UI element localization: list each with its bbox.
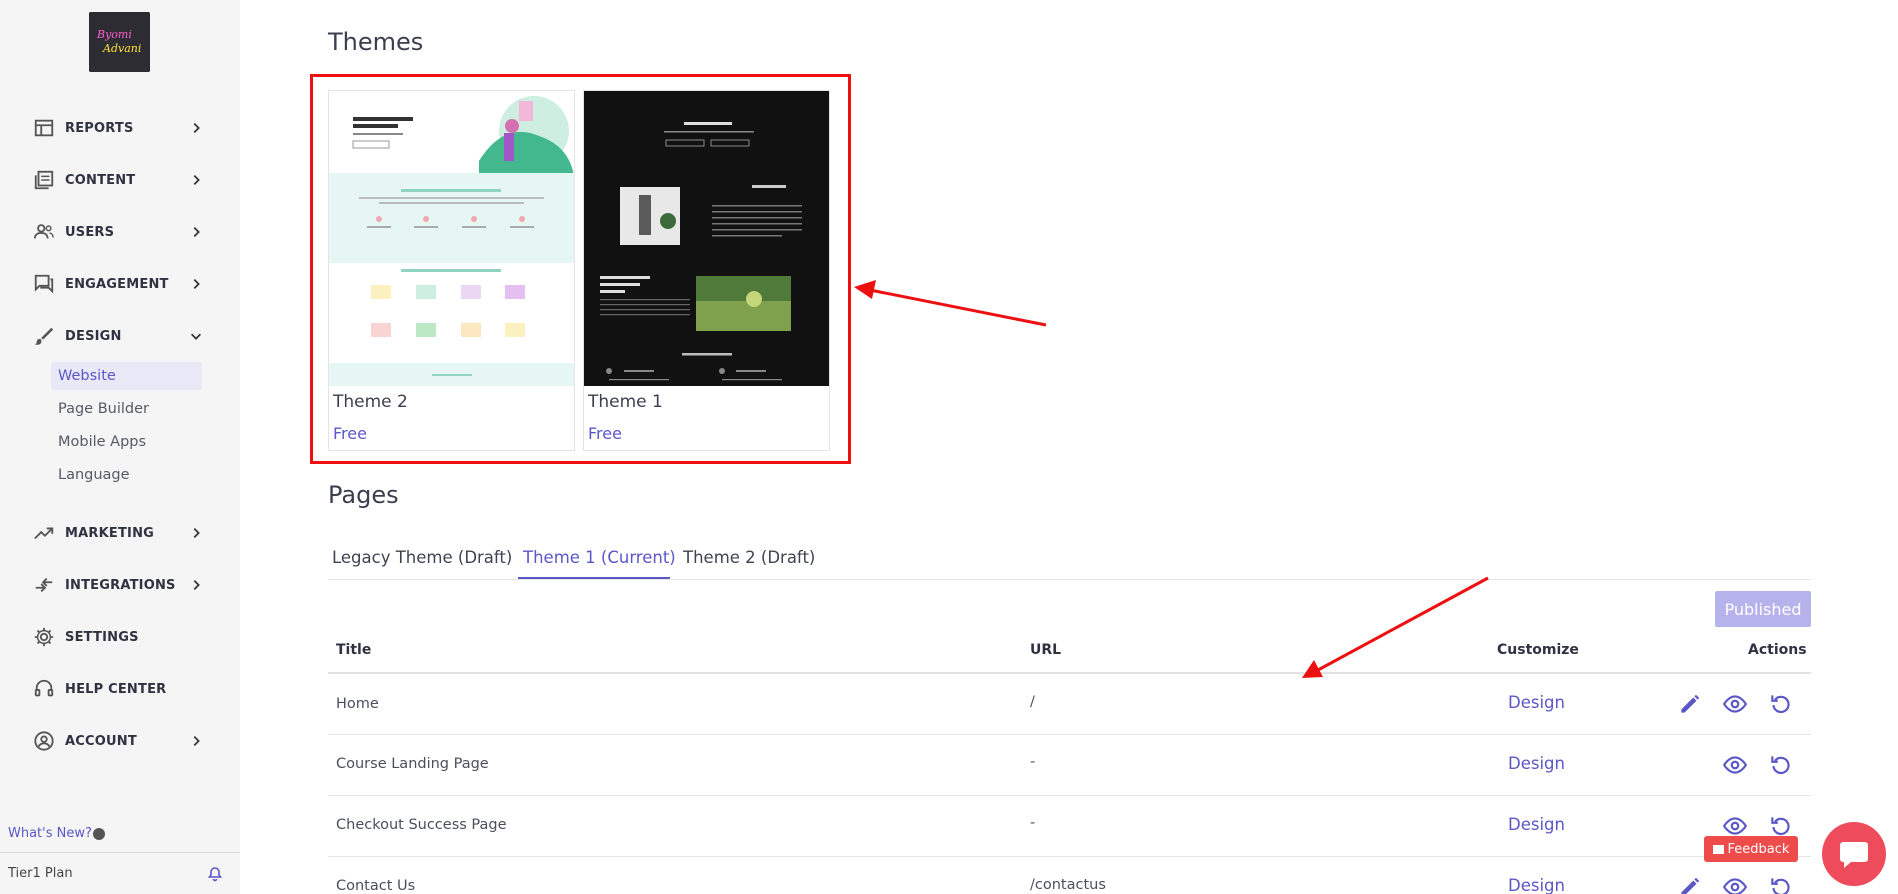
subnav-website[interactable]: Website [51,362,202,390]
nav-content[interactable]: CONTENT [32,165,204,195]
active-tab-indicator [518,577,670,579]
nav-engagement[interactable]: ENGAGEMENT [32,269,204,299]
chevron-right-icon [188,120,204,136]
content-icon [32,168,56,192]
nav-label: REPORTS [65,120,134,136]
feedback-icon [1712,844,1724,854]
nav-reports[interactable]: REPORTS [32,113,204,143]
table-row: Home / Design [328,674,1811,735]
page-title: Checkout Success Page [336,817,507,833]
chevron-down-icon [188,328,204,344]
page-title: Home [336,696,379,712]
column-url: URL [1030,642,1062,658]
page-url: - [1030,815,1036,831]
feedback-label: Feedback [1727,841,1790,857]
chevron-right-icon [188,172,204,188]
sidebar: Byomi Advani REPORTS CONTENT USERS ENGAG… [0,0,240,894]
brand-logo[interactable]: Byomi Advani [89,12,150,72]
published-button[interactable]: Published [1715,591,1811,627]
design-link[interactable]: Design [1508,693,1565,712]
nav-label: ENGAGEMENT [65,276,169,292]
headset-icon [32,677,56,701]
edit-icon[interactable] [1677,874,1703,894]
chevron-right-icon [188,525,204,541]
chevron-right-icon [188,224,204,240]
page-title: Course Landing Page [336,756,489,772]
chat-icon [32,272,56,296]
nav-label: CONTENT [65,172,136,188]
pages-table-header: Title URL Customize Actions [328,634,1811,674]
gear-icon [32,625,56,649]
pages-tabs: Legacy Theme (Draft) Theme 1 (Current) T… [328,540,1811,580]
chevron-right-icon [188,733,204,749]
nav-label: INTEGRATIONS [65,577,176,593]
tab-legacy-theme-draft[interactable]: Legacy Theme (Draft) [332,548,512,567]
edit-icon[interactable] [1677,691,1703,717]
table-row: Contact Us /contactus Design [328,857,1811,894]
tab-theme-2-draft[interactable]: Theme 2 (Draft) [683,548,815,567]
themes-heading: Themes [328,28,424,56]
reset-icon[interactable] [1768,874,1794,894]
design-link[interactable]: Design [1508,815,1565,834]
sidebar-divider [0,852,240,853]
annotation-arrowhead-themes [854,280,876,299]
nav-design[interactable]: DESIGN [32,321,204,351]
plan-label: Tier1 Plan [8,866,73,881]
design-link[interactable]: Design [1508,876,1565,894]
design-link[interactable]: Design [1508,754,1565,773]
feedback-button[interactable]: Feedback [1704,836,1798,862]
nav-users[interactable]: USERS [32,217,204,247]
nav-label: DESIGN [65,328,122,344]
chevron-right-icon [188,276,204,292]
svg-text:Byomi: Byomi [96,28,132,41]
page-url: / [1030,694,1035,710]
chat-widget-button[interactable] [1822,822,1886,886]
nav-label: USERS [65,224,115,240]
nav-help-center[interactable]: HELP CENTER [32,674,204,704]
subnav-language[interactable]: Language [51,461,202,489]
reset-icon[interactable] [1768,752,1794,778]
eye-icon[interactable] [1722,874,1748,894]
nav-label: ACCOUNT [65,733,137,749]
users-icon [32,220,56,244]
tab-theme-1-current[interactable]: Theme 1 (Current) [523,548,676,567]
brush-icon [32,324,56,348]
table-row: Course Landing Page - Design [328,735,1811,796]
column-customize: Customize [1497,642,1579,658]
svg-text:Advani: Advani [102,42,141,55]
subnav-mobile-apps[interactable]: Mobile Apps [51,428,202,456]
page-url: - [1030,754,1036,770]
nav-settings[interactable]: SETTINGS [32,622,204,652]
nav-label: HELP CENTER [65,681,167,697]
chevron-right-icon [188,577,204,593]
bell-icon[interactable] [207,866,223,882]
chat-bubble-icon [1840,842,1868,868]
pages-heading: Pages [328,481,399,509]
page-title: Contact Us [336,878,416,894]
table-row: Checkout Success Page - Design [328,796,1811,857]
table-icon [32,116,56,140]
whats-new-link[interactable]: What's New? [8,826,105,841]
reset-icon[interactable] [1768,691,1794,717]
nav-label: SETTINGS [65,629,139,645]
subnav-page-builder[interactable]: Page Builder [51,395,202,423]
column-actions: Actions [1748,642,1807,658]
nav-marketing[interactable]: MARKETING [32,518,204,548]
nav-integrations[interactable]: INTEGRATIONS [32,570,204,600]
annotation-arrow-themes [869,288,1047,327]
notification-dot-icon [92,827,105,840]
annotation-highlight-box [310,74,851,464]
account-icon [32,729,56,753]
trending-icon [32,521,56,545]
integrations-icon [32,573,56,597]
whats-new-label: What's New? [8,826,92,841]
page-url: /contactus [1030,877,1106,893]
nav-account[interactable]: ACCOUNT [32,726,204,756]
nav-label: MARKETING [65,525,155,541]
eye-icon[interactable] [1722,691,1748,717]
column-title: Title [336,642,372,658]
eye-icon[interactable] [1722,752,1748,778]
